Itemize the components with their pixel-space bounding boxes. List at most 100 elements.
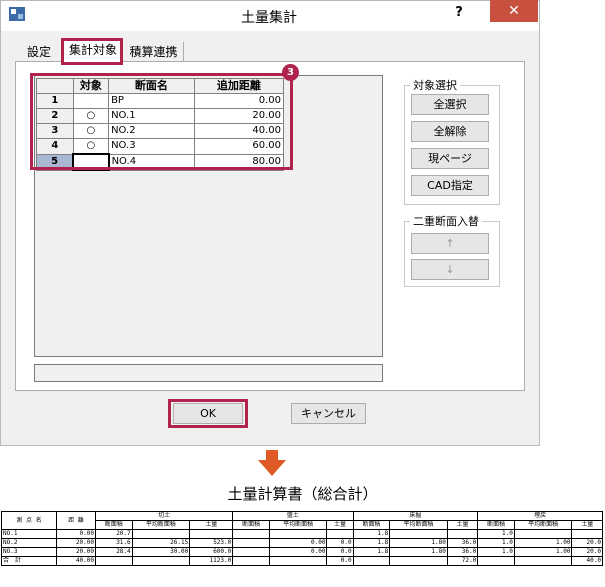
value-cell: 1.0 (477, 538, 515, 548)
value-cell: 72.0 (446, 556, 479, 566)
value-cell: 1.0 (477, 547, 515, 557)
value-cell (513, 529, 573, 539)
subheader-volume: 土量 (326, 520, 354, 530)
value-cell: 20.0 (571, 538, 603, 548)
subheader-area: 断面積 (232, 520, 270, 530)
distance-cell: 40.00 (56, 556, 96, 566)
report-row: NO.2 20.00 31.6 26.15 523.0 0.00 0.0 1.8… (1, 538, 603, 548)
value-cell: 1.8 (352, 547, 391, 557)
ok-highlight-frame (168, 399, 248, 428)
value-cell (232, 547, 270, 557)
value-cell (131, 556, 191, 566)
grid-highlight-frame (30, 73, 293, 170)
cancel-button[interactable]: キャンセル (291, 403, 366, 424)
value-cell: 1.00 (513, 547, 573, 557)
subheader-area: 断面積 (352, 520, 391, 530)
value-cell (477, 556, 515, 566)
excavation-header: 床掘 (352, 511, 479, 521)
value-cell: 1.80 (389, 538, 448, 548)
value-cell: 1.80 (389, 547, 448, 557)
value-cell: 600.0 (189, 547, 234, 557)
value-cell (326, 529, 354, 539)
value-cell: 1.8 (352, 529, 391, 539)
value-cell (131, 529, 191, 539)
subheader-volume: 土量 (446, 520, 479, 530)
value-cell (352, 556, 391, 566)
tab-highlight-frame (61, 38, 123, 65)
value-cell: 0.0 (326, 556, 354, 566)
value-cell: 0.00 (268, 538, 328, 548)
station-cell: 合 計 (1, 556, 57, 566)
distance-cell: 0.00 (56, 529, 96, 539)
tab-settings[interactable]: 設定 (20, 42, 58, 62)
value-cell: 1.0 (477, 529, 515, 539)
value-cell (95, 556, 133, 566)
value-cell: 0.00 (268, 547, 328, 557)
select-all-button[interactable]: 全選択 (411, 94, 489, 115)
value-cell: 26.15 (131, 538, 191, 548)
value-cell (232, 556, 270, 566)
target-select-group-label: 対象選択 (410, 77, 460, 93)
status-box (34, 364, 383, 382)
value-cell (232, 538, 270, 548)
value-cell (571, 529, 603, 539)
subheader-avg-area: 平均断面積 (389, 520, 448, 530)
station-cell: NO.1 (1, 529, 57, 539)
fill-header: 盛土 (232, 511, 354, 521)
value-cell: 1.00 (513, 538, 573, 548)
report-header-row: 測 点 名 距 離 切土 盛土 床掘 埋戻 (1, 511, 603, 530)
report-title: 土量計算書（総合計） (227, 485, 378, 503)
close-button[interactable]: ✕ (490, 0, 538, 22)
tab-estimate-link[interactable]: 積算連携 (124, 42, 184, 62)
value-cell: 31.6 (95, 538, 133, 548)
earthwork-report-table: 測 点 名 距 離 切土 盛土 床掘 埋戻 断面積 平均断面積 土量 断面積 平… (1, 511, 603, 566)
value-cell: 36.0 (446, 547, 479, 557)
value-cell (446, 529, 479, 539)
subheader-volume: 土量 (189, 520, 234, 530)
report-row: NO.1 0.00 20.7 1.8 1.0 (1, 529, 603, 539)
value-cell (389, 529, 448, 539)
value-cell: 20.0 (571, 547, 603, 557)
value-cell (189, 529, 234, 539)
cad-select-button[interactable]: CAD指定 (411, 175, 489, 196)
distance-header: 距 離 (56, 511, 96, 530)
value-cell (389, 556, 448, 566)
backfill-header: 埋戻 (477, 511, 603, 521)
value-cell: 40.0 (571, 556, 603, 566)
station-cell: NO.3 (1, 547, 57, 557)
current-page-button[interactable]: 現ページ (411, 148, 489, 169)
value-cell (268, 529, 328, 539)
deselect-all-button[interactable]: 全解除 (411, 121, 489, 142)
callout-badge: 3 (282, 64, 299, 81)
move-up-button[interactable]: ↑ (411, 233, 489, 254)
report-total-row: 合 計 40.00 1123.0 0.0 72.0 40.0 (1, 556, 603, 566)
distance-cell: 20.00 (56, 547, 96, 557)
value-cell: 1123.0 (189, 556, 234, 566)
value-cell (232, 529, 270, 539)
subheader-avg-area: 平均断面積 (131, 520, 191, 530)
value-cell (268, 556, 328, 566)
subheader-volume: 土量 (571, 520, 603, 530)
station-header: 測 点 名 (1, 511, 57, 530)
value-cell: 0.0 (326, 538, 354, 548)
value-cell: 28.4 (95, 547, 133, 557)
move-down-button[interactable]: ↓ (411, 259, 489, 280)
distance-cell: 20.00 (56, 538, 96, 548)
subheader-avg-area: 平均断面積 (268, 520, 328, 530)
report-row: NO.3 20.00 28.4 30.00 600.0 0.00 0.0 1.8… (1, 547, 603, 557)
value-cell: 523.0 (189, 538, 234, 548)
double-section-swap-group-label: 二重断面入替 (410, 213, 482, 229)
value-cell: 30.00 (131, 547, 191, 557)
value-cell: 36.0 (446, 538, 479, 548)
value-cell (513, 556, 573, 566)
station-cell: NO.2 (1, 538, 57, 548)
value-cell: 20.7 (95, 529, 133, 539)
subheader-area: 断面積 (95, 520, 133, 530)
subheader-area: 断面積 (477, 520, 515, 530)
help-button[interactable]: ? (449, 5, 469, 23)
arrow-down-icon (258, 450, 286, 476)
value-cell: 0.0 (326, 547, 354, 557)
cut-header: 切土 (94, 511, 234, 521)
value-cell: 1.8 (352, 538, 391, 548)
subheader-avg-area: 平均断面積 (513, 520, 573, 530)
